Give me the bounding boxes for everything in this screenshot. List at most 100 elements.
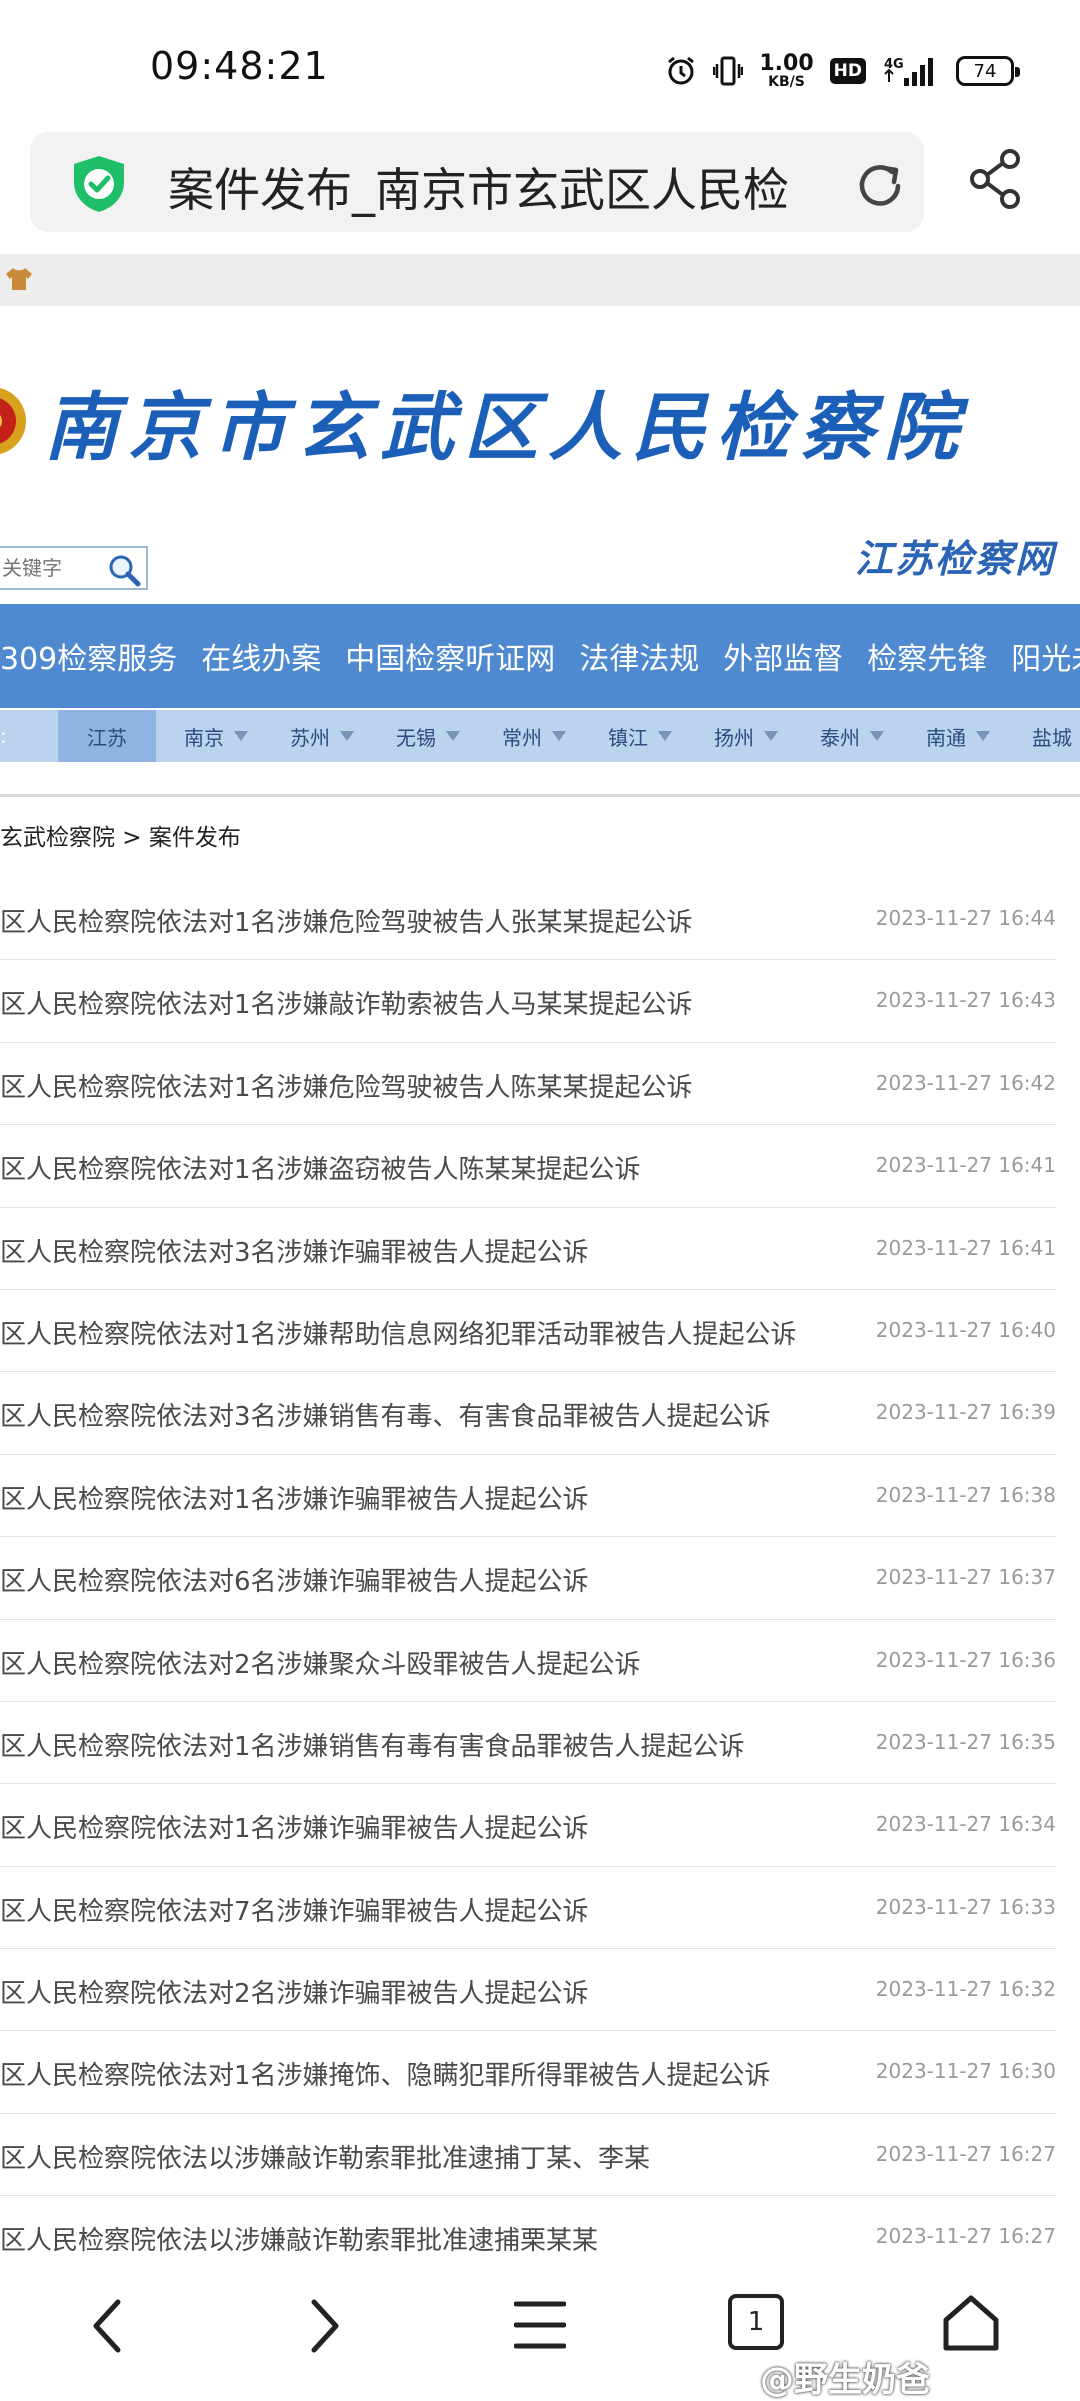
status-time: 09:48:21 [150,44,329,88]
nav-item-service[interactable]: 309检察服务 [0,634,189,678]
case-title[interactable]: 区人民检察院依法对1名涉嫌危险驾驶被告人陈某某提起公诉 [0,1067,693,1104]
browser-address-row: 案件发布_南京市玄武区人民检 [0,126,1080,252]
list-item[interactable]: 区人民检察院依法对6名涉嫌诈骗罪被告人提起公诉 2023-11-27 16:37 [0,1537,1056,1620]
list-item[interactable]: 区人民检察院依法对3名涉嫌销售有毒、有害食品罪被告人提起公诉 2023-11-27… [0,1372,1056,1455]
region-nav: : 江苏 南京 苏州 无锡 常州 镇江 扬州 泰州 南通 盐城 淮 [0,710,1080,762]
nav-item-laws[interactable]: 法律法规 [567,634,711,678]
list-item[interactable]: 区人民检察院依法对1名涉嫌掩饰、隐瞒犯罪所得罪被告人提起公诉 2023-11-27… [0,2031,1056,2114]
menu-icon[interactable] [513,2298,567,2356]
list-item[interactable]: 区人民检察院依法对3名涉嫌诈骗罪被告人提起公诉 2023-11-27 16:41 [0,1208,1056,1290]
breadcrumb[interactable]: 玄武检察院 > 案件发布 [0,818,241,858]
case-title[interactable]: 区人民检察院依法对1名涉嫌帮助信息网络犯罪活动罪被告人提起公诉 [0,1314,797,1351]
page-title[interactable]: 案件发布_南京市玄武区人民检 [168,154,848,220]
case-date: 2023-11-27 16:43 [875,988,1056,1013]
case-date: 2023-11-27 16:32 [875,1977,1056,2002]
divider [0,794,1080,797]
case-title[interactable]: 区人民检察院依法对1名涉嫌掩饰、隐瞒犯罪所得罪被告人提起公诉 [0,2055,771,2092]
case-title[interactable]: 区人民检察院依法对2名涉嫌聚众斗殴罪被告人提起公诉 [0,1644,641,1681]
watermark: @野生奶爸 [760,2360,930,2400]
search-icon[interactable] [106,552,142,592]
list-item[interactable]: 区人民检察院依法对1名涉嫌敲诈勒索被告人马某某提起公诉 2023-11-27 16… [0,960,1056,1043]
site-title: 南京市玄武区人民检察院 [44,385,968,471]
case-date: 2023-11-27 16:33 [875,1894,1056,1919]
hd-badge: HD [829,58,866,84]
forward-arrow-icon[interactable] [302,2296,346,2360]
jiangsu-jcw-logo[interactable]: 江苏检察网 [855,528,1055,583]
case-date: 2023-11-27 16:37 [875,1565,1056,1590]
list-item[interactable]: 区人民检察院依法对1名涉嫌危险驾驶被告人张某某提起公诉 2023-11-27 16… [0,878,1056,961]
nav-item-online-case[interactable]: 在线办案 [189,634,333,678]
region-nantong[interactable]: 南通 [898,722,1004,751]
list-item[interactable]: 区人民检察院依法对2名涉嫌聚众斗殴罪被告人提起公诉 2023-11-27 16:3… [0,1620,1056,1702]
case-date: 2023-11-27 16:41 [875,1153,1056,1178]
list-item[interactable]: 区人民检察院依法对1名涉嫌帮助信息网络犯罪活动罪被告人提起公诉 2023-11-2… [0,1290,1056,1373]
chevron-down-icon [552,731,566,741]
case-title[interactable]: 区人民检察院依法对1名涉嫌盗窃被告人陈某某提起公诉 [0,1149,641,1186]
case-title[interactable]: 区人民检察院依法对3名涉嫌销售有毒、有害食品罪被告人提起公诉 [0,1396,771,1433]
nav-item-supervision[interactable]: 外部监督 [711,634,855,678]
address-bar[interactable]: 案件发布_南京市玄武区人民检 [30,132,924,232]
secure-shield-icon [70,154,128,218]
case-date: 2023-11-27 16:44 [875,906,1056,930]
national-emblem-icon [0,366,28,480]
battery-indicator: 74 [956,56,1020,86]
region-label: 常州 [502,725,542,750]
case-title[interactable]: 区人民检察院依法对1名涉嫌诈骗罪被告人提起公诉 [0,1808,589,1845]
status-icons: 1.00 KB/S HD 4G 74 [665,48,1020,94]
region-nanjing[interactable]: 南京 [156,722,262,751]
shirt-icon[interactable] [4,266,34,296]
share-icon[interactable] [968,148,1024,214]
case-title[interactable]: 区人民检察院依法对1名涉嫌危险驾驶被告人张某某提起公诉 [0,902,693,939]
case-date: 2023-11-27 16:36 [875,1647,1056,1672]
region-wuxi[interactable]: 无锡 [368,722,474,751]
case-date: 2023-11-27 16:42 [875,1070,1056,1095]
region-changzhou[interactable]: 常州 [474,722,580,751]
case-date: 2023-11-27 16:35 [875,1729,1056,1754]
tab-count-button[interactable]: 1 [728,2294,784,2350]
region-label: 盐城 [1032,725,1072,750]
site-search-input[interactable] [0,548,102,588]
reload-icon[interactable] [852,158,908,218]
case-date: 2023-11-27 16:41 [875,1235,1056,1260]
list-item[interactable]: 区人民检察院依法对1名涉嫌诈骗罪被告人提起公诉 2023-11-27 16:34 [0,1784,1056,1867]
region-label: 镇江 [608,725,648,750]
list-item[interactable]: 区人民检察院依法对1名涉嫌危险驾驶被告人陈某某提起公诉 2023-11-27 16… [0,1043,1056,1126]
chevron-down-icon [446,731,460,741]
back-arrow-icon[interactable] [86,2296,130,2360]
chevron-down-icon [234,731,248,741]
case-title[interactable]: 区人民检察院依法对6名涉嫌诈骗罪被告人提起公诉 [0,1561,589,1598]
list-item[interactable]: 区人民检察院依法对1名涉嫌诈骗罪被告人提起公诉 2023-11-27 16:38 [0,1455,1056,1538]
bookmark-strip [0,254,1080,306]
case-title[interactable]: 区人民检察院依法以涉嫌敲诈勒索罪批准逮捕丁某、李某 [0,2138,650,2175]
list-item[interactable]: 区人民检察院依法对7名涉嫌诈骗罪被告人提起公诉 2023-11-27 16:33 [0,1867,1056,1950]
region-label: 无锡 [396,725,436,750]
nav-item-pioneer[interactable]: 检察先锋 [855,634,999,678]
home-icon[interactable] [940,2292,1002,2358]
list-item[interactable]: 区人民检察院依法以涉嫌敲诈勒索罪批准逮捕丁某、李某 2023-11-27 16:2… [0,2114,1056,2197]
chevron-down-icon [764,731,778,741]
list-item[interactable]: 区人民检察院依法对1名涉嫌销售有毒有害食品罪被告人提起公诉 2023-11-27 … [0,1702,1056,1785]
region-suzhou[interactable]: 苏州 [262,722,368,751]
site-banner: 南京市玄武区人民检察院 江苏检察网 [0,306,1080,606]
site-search [0,546,148,590]
region-zhenjiang[interactable]: 镇江 [580,722,686,751]
case-date: 2023-11-27 16:40 [875,1317,1056,1342]
case-title[interactable]: 区人民检察院依法对1名涉嫌敲诈勒索被告人马某某提起公诉 [0,984,693,1021]
case-title[interactable]: 区人民检察院依法以涉嫌敲诈勒索罪批准逮捕栗某某 [0,2220,598,2257]
region-jiangsu[interactable]: 江苏 [58,710,156,762]
nav-item-hearing[interactable]: 中国检察听证网 [333,634,567,678]
case-title[interactable]: 区人民检察院依法对7名涉嫌诈骗罪被告人提起公诉 [0,1891,589,1928]
region-label: 苏州 [290,725,330,750]
case-title[interactable]: 区人民检察院依法对3名涉嫌诈骗罪被告人提起公诉 [0,1232,589,1269]
region-yangzhou[interactable]: 扬州 [686,722,792,751]
region-yancheng[interactable]: 盐城 [1004,722,1080,751]
nav-item-youth[interactable]: 阳光未 [999,634,1080,678]
case-list: 区人民检察院依法对1名涉嫌危险驾驶被告人张某某提起公诉 2023-11-27 16… [0,878,1056,2279]
list-item[interactable]: 区人民检察院依法对1名涉嫌盗窃被告人陈某某提起公诉 2023-11-27 16:4… [0,1125,1056,1208]
region-taizhou[interactable]: 泰州 [792,722,898,751]
region-label: 泰州 [820,725,860,750]
case-title[interactable]: 区人民检察院依法对1名涉嫌诈骗罪被告人提起公诉 [0,1479,589,1516]
list-item[interactable]: 区人民检察院依法对2名涉嫌诈骗罪被告人提起公诉 2023-11-27 16:32 [0,1949,1056,2032]
case-title[interactable]: 区人民检察院依法对1名涉嫌销售有毒有害食品罪被告人提起公诉 [0,1726,745,1763]
case-title[interactable]: 区人民检察院依法对2名涉嫌诈骗罪被告人提起公诉 [0,1973,589,2010]
